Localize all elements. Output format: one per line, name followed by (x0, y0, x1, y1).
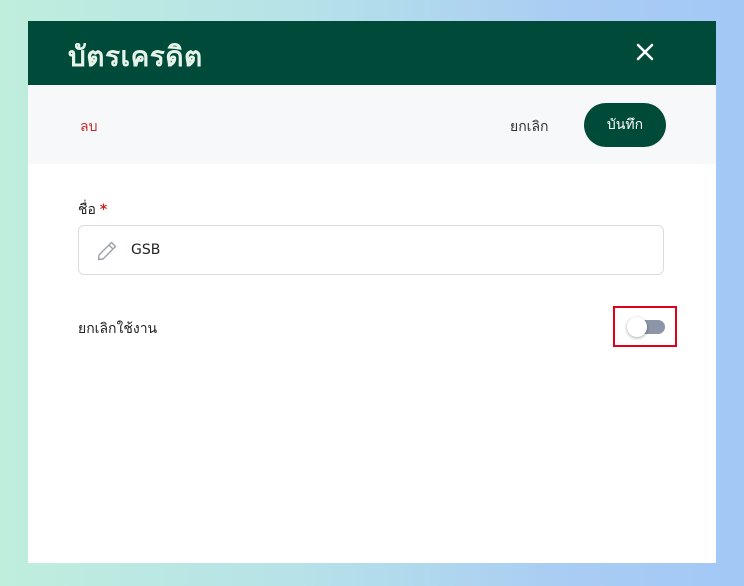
save-button[interactable]: บันทึก (584, 103, 666, 147)
pencil-icon (97, 241, 117, 261)
required-indicator: * (99, 202, 108, 218)
delete-button[interactable]: ลบ (80, 116, 97, 138)
name-label-text: ชื่อ (78, 202, 96, 218)
name-field[interactable] (78, 225, 664, 275)
close-icon (636, 43, 654, 61)
cancel-button[interactable]: ยกเลิก (510, 116, 549, 138)
dialog-title: บัตรเครดิต (68, 40, 203, 73)
name-input[interactable] (131, 226, 631, 274)
dialog-header: บัตรเครดิต (28, 21, 716, 85)
dialog-toolbar: ลบ ยกเลิก บันทึก (28, 85, 716, 164)
credit-card-dialog: บัตรเครดิต ลบ ยกเลิก บันทึก ชื่อ* ยกเลิก… (28, 21, 716, 563)
disable-toggle[interactable] (627, 317, 665, 337)
close-button[interactable] (634, 41, 656, 63)
toggle-knob (627, 317, 647, 337)
name-label: ชื่อ * (78, 199, 107, 221)
disable-label: ยกเลิกใช้งาน (78, 321, 158, 337)
